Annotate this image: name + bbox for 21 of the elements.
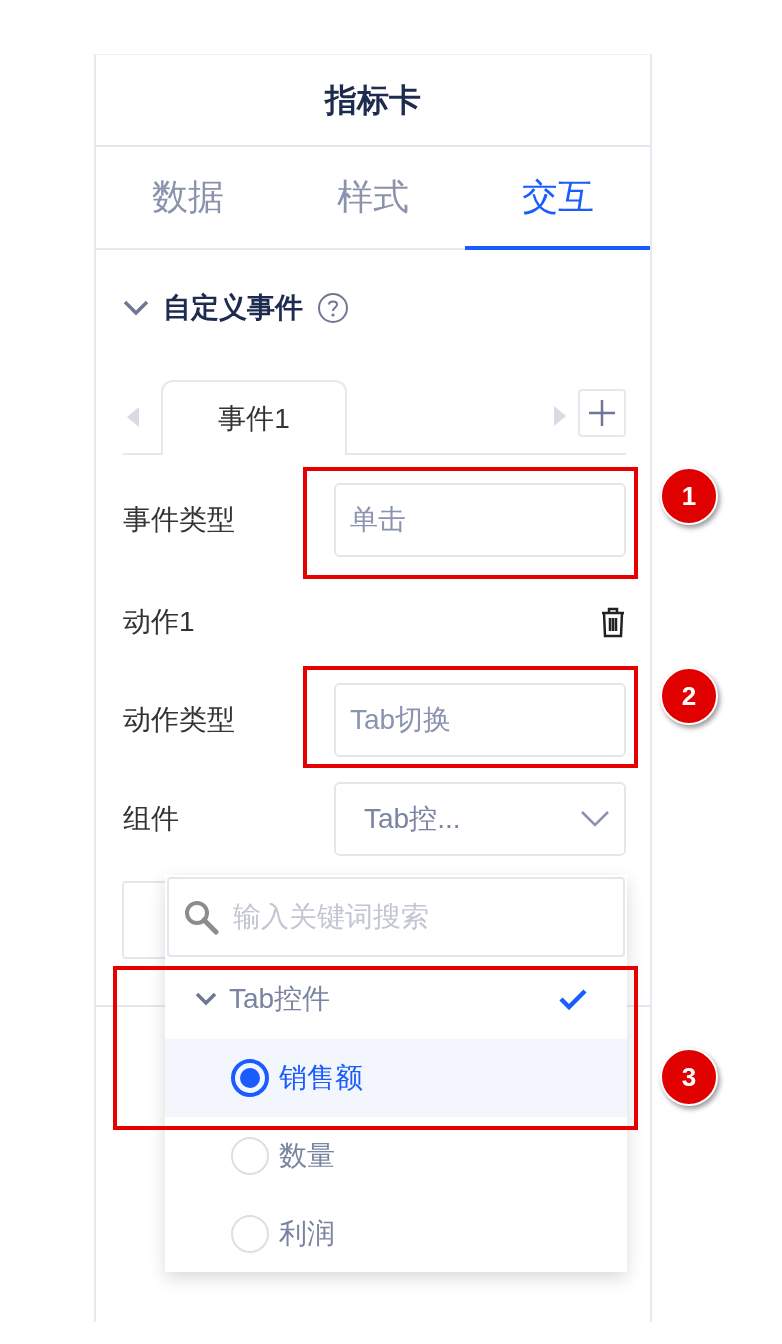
radio-option[interactable]: 利润 — [165, 1195, 627, 1273]
radio-option[interactable]: 销售额 — [165, 1039, 627, 1117]
section-title: 自定义事件 — [163, 291, 303, 325]
search-field[interactable]: 输入关键词搜索 — [167, 877, 625, 957]
tree-group-item[interactable]: Tab控件 — [165, 959, 627, 1039]
component-select[interactable]: Tab控... — [334, 782, 626, 856]
callout-marker: 3 — [660, 1048, 718, 1106]
radio-option[interactable]: 数量 — [165, 1117, 627, 1195]
tab[interactable]: 样式 — [280, 147, 466, 250]
input-field[interactable]: 单击 — [334, 483, 626, 557]
tab[interactable]: 数据 — [96, 147, 281, 250]
input-field[interactable]: Tab切换 — [334, 683, 626, 757]
panel-title: 指标卡 — [325, 81, 421, 120]
callout-marker: 2 — [660, 667, 718, 725]
action-title: 动作1 — [123, 605, 195, 639]
callout-marker: 1 — [660, 467, 718, 525]
field-label: 动作类型 — [123, 703, 235, 737]
tab[interactable]: 交互 — [465, 147, 650, 250]
field-label: 事件类型 — [123, 503, 235, 537]
field-label: 组件 — [123, 802, 179, 836]
event-tab[interactable]: 事件1 — [161, 380, 347, 455]
